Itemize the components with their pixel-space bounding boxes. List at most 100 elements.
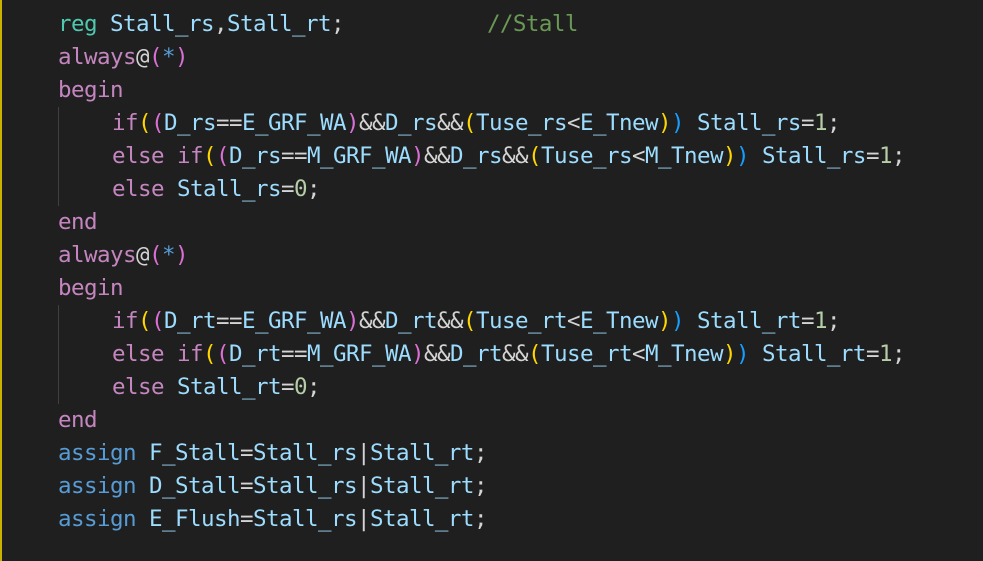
bracket-token: ( [151,110,165,136]
bracket-token: ) [735,341,750,367]
punctuation-token: ; [306,176,321,202]
operator-token: == [281,341,308,367]
indent-guide [58,173,112,206]
operator-token: = [239,506,254,532]
punctuation-token: ; [891,341,906,367]
punctuation-token [164,176,177,202]
identifier-token: E_Flush [148,506,241,532]
bracket-token: ( [527,143,542,169]
code-block[interactable]: reg Stall_rs,Stall_rt; //Stall always@(*)… [58,8,905,536]
number-literal-token: 1 [878,341,893,367]
number-literal-token: 1 [878,143,893,169]
bracket-token: ( [462,110,477,136]
operator-token: && [501,341,529,367]
identifier-token: Tuse_rt [475,308,568,334]
punctuation-token: ; [330,11,345,37]
punctuation-token: ; [891,143,906,169]
identifier-token: Stall_rt [177,374,282,400]
code-line[interactable]: if((D_rt==E_GRF_WA)&&D_rt&&(Tuse_rt<E_Tn… [58,305,905,338]
operator-token: = [800,308,815,334]
punctuation-token [164,374,177,400]
punctuation-token [749,341,762,367]
control-keyword-token: if [177,341,204,367]
bracket-token: ) [670,308,685,334]
punctuation-token: ; [306,374,321,400]
identifier-token: Stall_rs [252,473,358,499]
code-line[interactable]: assign E_Flush=Stall_rs|Stall_rt; [58,503,905,536]
code-line[interactable]: always@(*) [58,239,905,272]
indent-guide [58,371,112,404]
operator-token: = [280,374,295,400]
operator-token: < [631,341,646,367]
bracket-token: ( [527,341,542,367]
punctuation-token: ; [473,440,488,466]
identifier-token: Stall_rs [177,176,282,202]
identifier-token: Stall_rt [761,341,867,367]
keyword-token: * [161,44,176,70]
identifier-token: Stall_rs [761,143,867,169]
type-keyword-token: reg [58,11,98,37]
code-line[interactable]: if((D_rs==E_GRF_WA)&&D_rs&&(Tuse_rs<E_Tn… [58,107,905,140]
identifier-token: Tuse_rs [475,110,568,136]
identifier-token: D_rs [229,143,282,169]
code-line[interactable]: else Stall_rs=0; [58,173,905,206]
operator-token: && [358,308,386,334]
punctuation-token: ; [473,506,488,532]
keyword-token: * [161,242,176,268]
identifier-token: M_GRF_WA [307,341,412,367]
control-keyword-token: begin [58,275,124,301]
bracket-token: ( [203,143,217,169]
code-editor[interactable]: reg Stall_rs,Stall_rt; //Stall always@(*)… [0,0,983,561]
bracket-token: ) [174,44,189,70]
identifier-token: D_rt [164,308,217,334]
indent-guide [58,107,112,140]
keyword-token: assign [58,506,137,532]
operator-token: | [356,473,371,499]
punctuation-token [344,11,487,37]
operator-token: && [436,110,464,136]
bracket-token: ) [735,143,750,169]
operator-token: && [423,341,451,367]
indent-guide [58,305,112,338]
control-keyword-token: else [112,341,165,367]
punctuation-token [684,308,697,334]
identifier-token: Stall_rt [369,473,475,499]
operator-token: && [436,308,464,334]
code-line[interactable]: else Stall_rt=0; [58,371,905,404]
code-line[interactable]: reg Stall_rs,Stall_rt; //Stall [58,8,905,41]
operator-token: == [216,308,243,334]
identifier-token: D_rs [384,110,438,136]
control-keyword-token: end [58,209,98,235]
code-line[interactable]: begin [58,74,905,107]
number-literal-token: 1 [813,110,828,136]
bracket-token: ) [345,110,360,136]
punctuation-token [136,473,149,499]
identifier-token: D_rt [449,341,503,367]
bracket-token: ) [657,308,672,334]
identifier-token: Tuse_rs [540,143,633,169]
operator-token: == [281,143,308,169]
identifier-token: D_rt [229,341,282,367]
operator-token: = [239,440,254,466]
code-line[interactable]: assign D_Stall=Stall_rs|Stall_rt; [58,470,905,503]
identifier-token: D_rs [164,110,217,136]
code-line[interactable]: assign F_Stall=Stall_rs|Stall_rt; [58,437,905,470]
identifier-token: F_Stall [148,440,241,466]
punctuation-token [164,341,177,367]
code-line[interactable]: end [58,206,905,239]
punctuation-token [164,143,177,169]
code-line[interactable]: end [58,404,905,437]
punctuation-token [749,143,762,169]
operator-token: | [356,440,371,466]
identifier-token: M_GRF_WA [307,143,412,169]
code-line[interactable]: begin [58,272,905,305]
bracket-token: ) [410,341,425,367]
control-keyword-token: if [112,110,139,136]
operator-token: = [280,176,295,202]
code-line[interactable]: else if((D_rt==M_GRF_WA)&&D_rt&&(Tuse_rt… [58,338,905,371]
code-line[interactable]: else if((D_rs==M_GRF_WA)&&D_rs&&(Tuse_rs… [58,140,905,173]
bracket-token: ) [722,341,737,367]
identifier-token: Stall_rs [696,110,802,136]
control-keyword-token: begin [58,77,124,103]
code-line[interactable]: always@(*) [58,41,905,74]
